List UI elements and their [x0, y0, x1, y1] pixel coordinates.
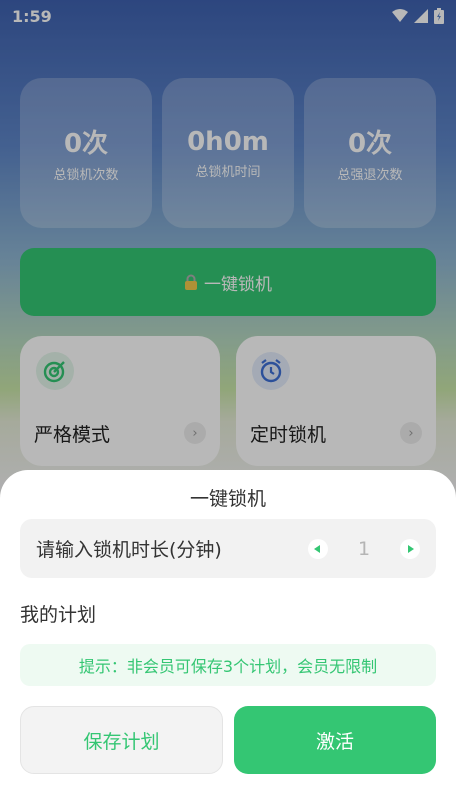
duration-label: 请输入锁机时长(分钟) — [36, 539, 222, 561]
increase-button[interactable] — [400, 538, 420, 559]
triangle-right-icon — [408, 544, 414, 553]
duration-input-row: 请输入锁机时长(分钟) 1 — [20, 519, 436, 578]
sheet-title: 一键锁机 — [189, 488, 266, 510]
membership-tip: 提示：非会员可保存3个计划，会员无限制 — [20, 644, 436, 686]
triangle-left-icon — [314, 544, 320, 553]
my-plans-title: 我的计划 — [20, 604, 97, 626]
activate-button[interactable]: 激活 — [234, 706, 436, 774]
lock-bottom-sheet: 一键锁机 请输入锁机时长(分钟) 1 我的计划 提示：非会员可保存3个计划，会员… — [0, 470, 456, 811]
decrease-button[interactable] — [308, 538, 328, 559]
duration-value[interactable]: 1 — [328, 538, 400, 560]
save-plan-button[interactable]: 保存计划 — [20, 706, 223, 774]
